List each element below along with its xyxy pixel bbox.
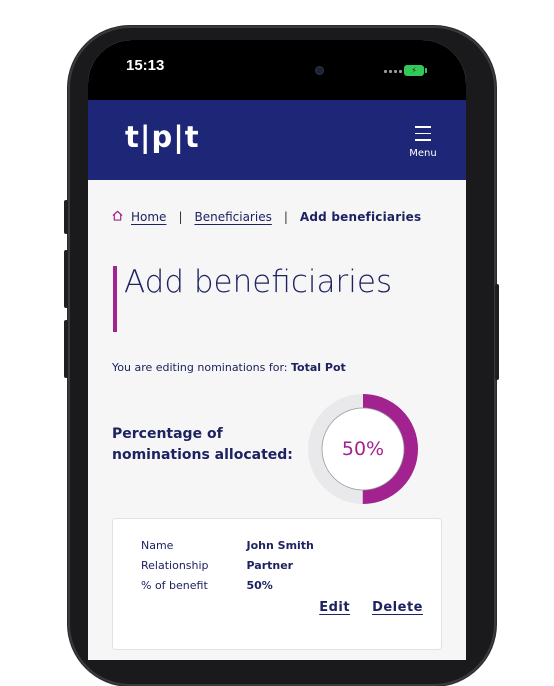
menu-label: Menu <box>409 147 437 159</box>
editing-prefix: You are editing nominations for: <box>112 361 288 374</box>
breadcrumb-separator: | <box>178 210 183 224</box>
battery-charging-icon: ⚡ <box>404 65 424 76</box>
home-icon <box>112 210 123 224</box>
beneficiary-benefit-row: % of benefit 50% <box>141 579 273 592</box>
breadcrumb-beneficiaries-link[interactable]: Beneficiaries <box>194 210 271 224</box>
beneficiary-card: Name John Smith Relationship Partner % o… <box>112 518 442 650</box>
breadcrumb-current: Add beneficiaries <box>299 210 422 224</box>
delete-link[interactable]: Delete <box>372 600 423 615</box>
relationship-label: Relationship <box>141 559 209 572</box>
benefit-value: 50% <box>246 579 273 592</box>
card-actions: Edit Delete <box>319 600 423 615</box>
editing-target: Total Pot <box>291 361 346 374</box>
dynamic-island <box>228 53 354 87</box>
benefit-label: % of benefit <box>141 579 208 592</box>
allocation-label: Percentage of nominations allocated: <box>112 426 293 463</box>
phone-volume-up-button <box>64 250 68 308</box>
edit-link[interactable]: Edit <box>319 600 350 615</box>
front-camera <box>315 66 324 75</box>
battery-tip <box>425 68 427 73</box>
phone-power-button <box>495 284 499 380</box>
page-title: Add beneficiaries <box>124 264 393 300</box>
relationship-value: Partner <box>246 559 294 572</box>
title-accent-bar <box>113 266 117 332</box>
beneficiary-relationship-row: Relationship Partner <box>141 559 293 572</box>
phone-side-button <box>64 200 68 234</box>
editing-note: You are editing nominations for: Total P… <box>112 361 346 374</box>
beneficiary-name-row: Name John Smith <box>141 539 314 552</box>
hamburger-icon <box>415 126 431 141</box>
breadcrumb: Home | Beneficiaries | Add beneficiaries <box>112 210 421 224</box>
app-screen: 15:13 ⚡ t|p|t Menu Home | Beneficiaries … <box>88 40 466 660</box>
status-time: 15:13 <box>126 57 165 74</box>
allocation-percent: 50% <box>341 438 385 460</box>
breadcrumb-separator: | <box>283 210 288 224</box>
signal-icon <box>384 70 402 73</box>
menu-button[interactable]: Menu <box>408 126 438 159</box>
tpt-logo[interactable]: t|p|t <box>125 120 200 154</box>
name-label: Name <box>141 539 174 552</box>
name-value: John Smith <box>246 539 314 552</box>
breadcrumb-home-link[interactable]: Home <box>131 210 166 224</box>
status-bar: 15:13 ⚡ <box>88 40 466 100</box>
site-header: t|p|t Menu <box>88 100 466 180</box>
phone-volume-down-button <box>64 320 68 378</box>
